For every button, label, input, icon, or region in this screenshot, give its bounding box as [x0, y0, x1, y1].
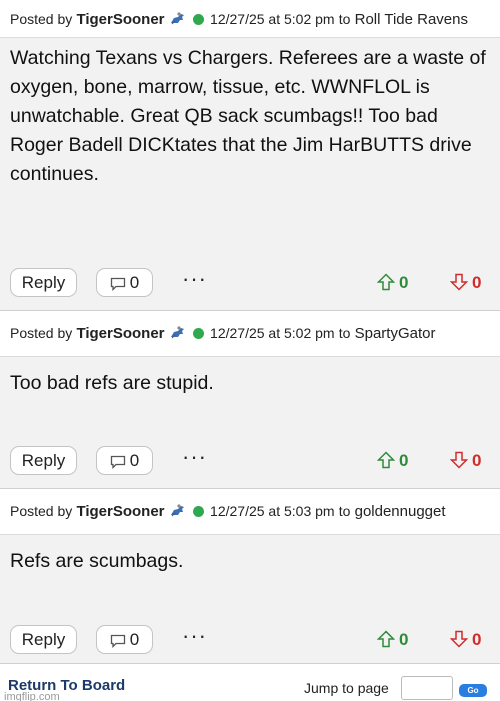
post-actions: Reply 0 ··· 0 0: [0, 265, 500, 305]
post-timestamp: 12/27/25 at 5:02 pm: [210, 11, 335, 27]
comment-bubble-icon: [110, 277, 125, 292]
go-button[interactable]: Go: [459, 684, 487, 697]
imgflip-watermark: imgflip.com: [4, 691, 60, 701]
upvote-count: 0: [399, 630, 409, 649]
posted-by-label: Posted by: [10, 325, 73, 341]
arrow-up-icon: [376, 630, 396, 648]
downvote-count: 0: [472, 630, 482, 649]
post-timestamp: 12/27/25 at 5:03 pm: [210, 503, 335, 519]
jump-page-input[interactable]: [401, 676, 453, 700]
author-link[interactable]: TigerSooner: [76, 325, 164, 342]
downvote-button[interactable]: 0: [449, 629, 482, 651]
comment-button[interactable]: 0: [96, 625, 153, 654]
post: Posted by TigerSooner 12/27/25 at 5:02 p…: [0, 0, 500, 310]
online-status-icon: [192, 328, 204, 339]
arrow-down-icon: [449, 630, 469, 648]
post: Posted by TigerSooner 12/27/25 at 5:03 p…: [0, 488, 500, 662]
upvote-button[interactable]: 0: [376, 272, 409, 294]
comment-count: 0: [129, 273, 140, 292]
to-label: to: [338, 503, 351, 519]
post-actions: Reply 0 ··· 0 0: [0, 622, 500, 662]
downvote-button[interactable]: 0: [449, 272, 482, 294]
more-options-button[interactable]: ···: [182, 622, 207, 650]
horse-rider-icon: [169, 325, 187, 340]
comment-button[interactable]: 0: [96, 268, 153, 297]
post-body: Watching Texans vs Chargers. Referees ar…: [10, 47, 486, 185]
arrow-down-icon: [449, 273, 469, 291]
downvote-count: 0: [472, 451, 482, 470]
reply-button[interactable]: Reply: [10, 625, 77, 654]
more-options-button[interactable]: ···: [182, 265, 207, 293]
post-header: Posted by TigerSooner 12/27/25 at 5:02 p…: [0, 0, 500, 38]
post-header: Posted by TigerSooner 12/27/25 at 5:02 p…: [0, 311, 500, 357]
post-body: Refs are scumbags.: [10, 550, 184, 572]
upvote-count: 0: [399, 273, 409, 292]
arrow-up-icon: [376, 451, 396, 469]
recipient-link[interactable]: goldennugget: [355, 503, 446, 520]
comment-count: 0: [129, 630, 140, 649]
downvote-count: 0: [472, 273, 482, 292]
to-label: to: [338, 11, 351, 27]
jump-to-page-label: Jump to page: [304, 680, 389, 696]
recipient-link[interactable]: Roll Tide Ravens: [355, 11, 468, 28]
post-header: Posted by TigerSooner 12/27/25 at 5:03 p…: [0, 489, 500, 535]
downvote-button[interactable]: 0: [449, 450, 482, 472]
posted-by-label: Posted by: [10, 503, 73, 519]
to-label: to: [338, 325, 351, 341]
posted-by-label: Posted by: [10, 11, 73, 27]
upvote-button[interactable]: 0: [376, 450, 409, 472]
comment-button[interactable]: 0: [96, 446, 153, 475]
comment-bubble-icon: [110, 634, 125, 649]
horse-rider-icon: [169, 503, 187, 518]
arrow-up-icon: [376, 273, 396, 291]
post-timestamp: 12/27/25 at 5:02 pm: [210, 325, 335, 341]
post: Posted by TigerSooner 12/27/25 at 5:02 p…: [0, 310, 500, 488]
comment-count: 0: [129, 451, 140, 470]
post-actions: Reply 0 ··· 0 0: [0, 443, 500, 483]
upvote-button[interactable]: 0: [376, 629, 409, 651]
online-status-icon: [192, 506, 204, 517]
horse-rider-icon: [169, 11, 187, 26]
arrow-down-icon: [449, 451, 469, 469]
author-link[interactable]: TigerSooner: [76, 503, 164, 520]
comment-bubble-icon: [110, 455, 125, 470]
recipient-link[interactable]: SpartyGator: [355, 325, 436, 342]
more-options-button[interactable]: ···: [182, 443, 207, 471]
author-link[interactable]: TigerSooner: [76, 11, 164, 28]
post-body: Too bad refs are stupid.: [10, 372, 214, 394]
thread-footer: Return To Board imgflip.com Jump to page…: [0, 663, 500, 701]
reply-button[interactable]: Reply: [10, 268, 77, 297]
reply-button[interactable]: Reply: [10, 446, 77, 475]
online-status-icon: [192, 14, 204, 25]
upvote-count: 0: [399, 451, 409, 470]
